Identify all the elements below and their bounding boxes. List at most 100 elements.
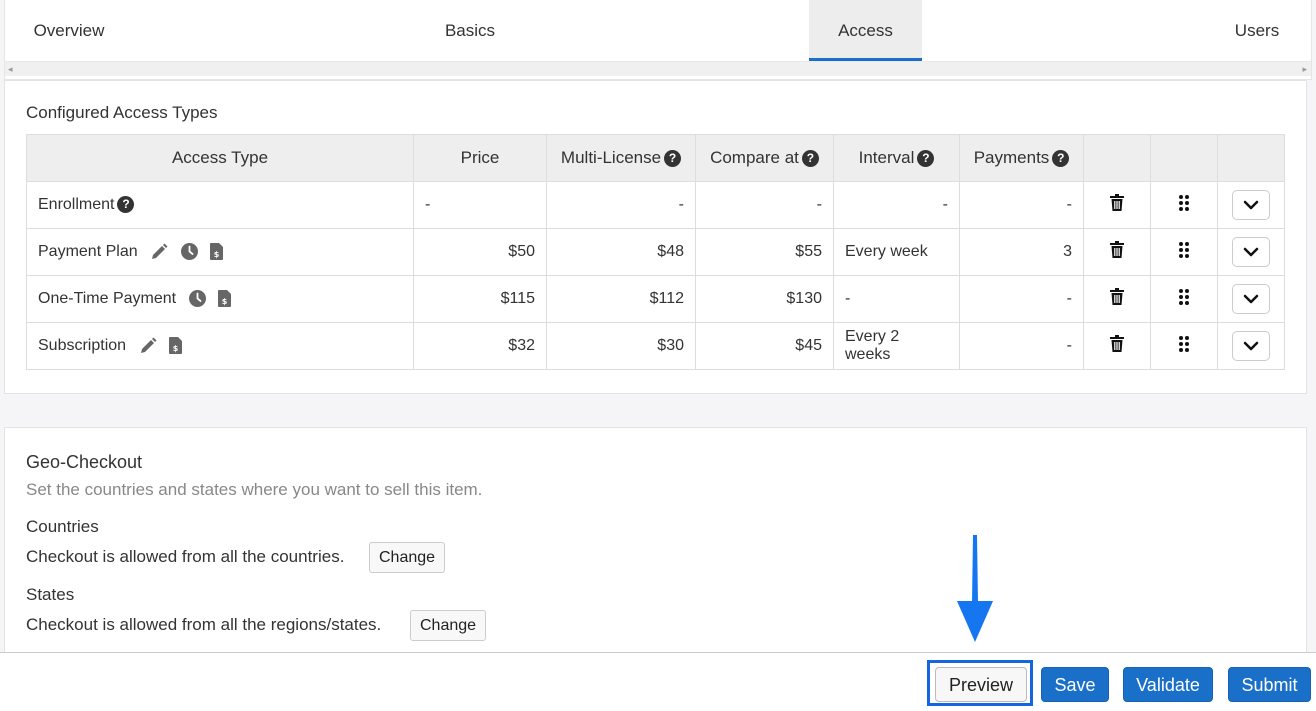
chevron-down-icon (1243, 200, 1259, 210)
access-types-card: Configured Access Types Access Type Pric… (4, 80, 1307, 394)
multi-license-cell: - (546, 181, 696, 229)
interval-cell: Every week (833, 228, 960, 276)
scroll-right-icon[interactable]: ▸ (1302, 64, 1307, 74)
expand-button[interactable] (1232, 331, 1270, 361)
submit-button[interactable]: Submit (1228, 667, 1311, 702)
drag-handle-icon[interactable] (1179, 335, 1189, 352)
compare-at-cell: $130 (695, 275, 834, 323)
trash-icon[interactable] (1110, 194, 1124, 211)
interval-cell: - (833, 275, 960, 323)
compare-at-cell: - (695, 181, 834, 229)
tab-overview[interactable]: Overview (31, 0, 107, 61)
price-cell: - (413, 181, 547, 229)
access-types-table: Access Type Price Multi-License? Compare… (26, 134, 1285, 370)
expand-cell (1217, 322, 1285, 370)
compare-at-cell: $55 (695, 228, 834, 276)
clock-icon[interactable] (180, 243, 198, 261)
help-icon[interactable]: ? (801, 150, 819, 167)
table-header-row: Access Type Price Multi-License? Compare… (26, 134, 1285, 182)
geo-checkout-subtitle: Set the countries and states where you w… (26, 480, 483, 499)
expand-cell (1217, 275, 1285, 323)
expand-cell (1217, 181, 1285, 229)
col-expand (1217, 134, 1285, 182)
preview-highlight (927, 660, 1033, 706)
col-multi-license: Multi-License? (546, 134, 696, 182)
svg-text:$: $ (214, 250, 220, 259)
col-price: Price (413, 134, 547, 182)
multi-license-cell: $112 (546, 275, 696, 323)
delete-cell (1083, 228, 1151, 276)
scroll-left-icon[interactable]: ◂ (8, 64, 13, 74)
invoice-dollar-icon[interactable]: $ (209, 243, 223, 261)
interval-cell: Every 2 weeks (833, 322, 960, 370)
change-states-button[interactable]: Change (410, 610, 487, 641)
help-icon[interactable]: ? (917, 150, 935, 167)
trash-icon[interactable] (1110, 335, 1124, 352)
payments-cell: - (959, 181, 1084, 229)
validate-button[interactable]: Validate (1123, 667, 1213, 702)
save-button[interactable]: Save (1041, 667, 1109, 702)
expand-cell (1217, 228, 1285, 276)
pencil-icon[interactable] (139, 337, 157, 355)
table-row: Enrollment? - - - - - (26, 181, 1285, 229)
countries-label: Countries (26, 517, 99, 536)
col-interval: Interval? (833, 134, 960, 182)
chevron-down-icon (1243, 294, 1259, 304)
expand-button[interactable] (1232, 237, 1270, 267)
countries-text: Checkout is allowed from all the countri… (26, 547, 345, 566)
col-delete (1083, 134, 1151, 182)
access-type-name: Subscription (38, 337, 127, 355)
table-row: One-Time Payment $ $115 $112 $130 - - (26, 275, 1285, 323)
access-type-cell: Enrollment? (26, 181, 414, 229)
states-text: Checkout is allowed from all the regions… (26, 615, 382, 634)
tab-users[interactable]: Users (1231, 0, 1283, 61)
drag-handle-icon[interactable] (1179, 194, 1189, 211)
expand-button[interactable] (1232, 190, 1270, 220)
help-icon[interactable]: ? (1052, 150, 1070, 167)
access-type-name: One-Time Payment (38, 290, 177, 307)
compare-at-cell: $45 (695, 322, 834, 370)
footer-bar: Preview Save Validate Submit (0, 652, 1316, 711)
price-cell: $115 (413, 275, 547, 323)
drag-cell (1150, 228, 1218, 276)
drag-cell (1150, 275, 1218, 323)
price-cell: $32 (413, 322, 547, 370)
expand-button[interactable] (1232, 284, 1270, 314)
chevron-down-icon (1243, 247, 1259, 257)
col-access-type: Access Type (26, 134, 414, 182)
delete-cell (1083, 322, 1151, 370)
help-icon[interactable]: ? (664, 150, 682, 167)
tab-basics[interactable]: Basics (441, 0, 499, 61)
invoice-dollar-icon[interactable]: $ (168, 337, 182, 355)
section-title: Configured Access Types (26, 103, 218, 122)
table-row: Subscription $ $32 $30 $45 Every 2 weeks… (26, 322, 1285, 370)
tab-scrollbar[interactable]: ◂ ▸ (5, 61, 1311, 76)
clock-icon[interactable] (188, 290, 206, 308)
delete-cell (1083, 181, 1151, 229)
tab-access[interactable]: Access (809, 0, 922, 61)
access-type-name: Payment Plan (38, 243, 138, 261)
drag-cell (1150, 181, 1218, 229)
drag-handle-icon[interactable] (1179, 288, 1189, 305)
access-type-cell: Subscription $ (26, 322, 414, 370)
access-type-cell: Payment Plan $ (26, 228, 414, 276)
svg-text:$: $ (222, 297, 228, 306)
price-cell: $50 (413, 228, 547, 276)
access-type-name: Enrollment (38, 196, 115, 213)
help-icon[interactable]: ? (117, 196, 135, 213)
states-label: States (26, 585, 75, 604)
svg-text:$: $ (173, 344, 179, 353)
trash-icon[interactable] (1110, 288, 1124, 305)
invoice-dollar-icon[interactable]: $ (218, 290, 232, 308)
trash-icon[interactable] (1110, 241, 1124, 258)
tab-bar: Overview Basics Access Users ◂ ▸ (4, 0, 1312, 80)
col-drag (1150, 134, 1218, 182)
change-countries-button[interactable]: Change (369, 542, 446, 573)
table-row: Payment Plan $ $50 $48 $55 Every week 3 (26, 228, 1285, 276)
drag-cell (1150, 322, 1218, 370)
pencil-icon[interactable] (150, 243, 168, 261)
payments-cell: 3 (959, 228, 1084, 276)
arrow-down-icon (957, 535, 993, 642)
multi-license-cell: $30 (546, 322, 696, 370)
drag-handle-icon[interactable] (1179, 241, 1189, 258)
